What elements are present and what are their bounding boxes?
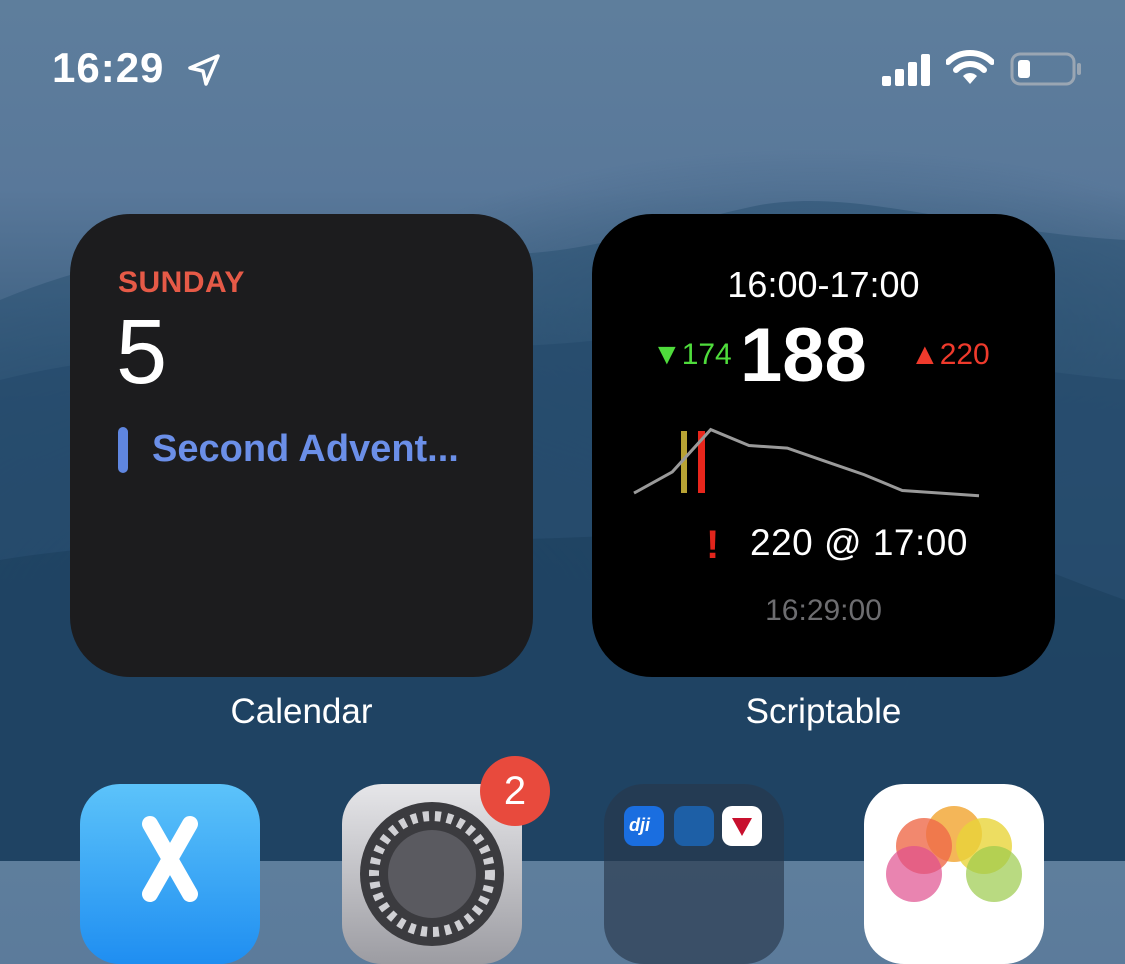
alert-exclamation-icon: ! — [706, 523, 720, 567]
status-time: 16:29 — [52, 44, 165, 91]
calendar-date: 5 — [116, 301, 168, 403]
photos-icon[interactable] — [864, 784, 1044, 964]
delta-icon — [722, 806, 762, 846]
dji-icon: dji — [624, 806, 664, 846]
trend-chart — [633, 427, 980, 498]
calendar-widget-label: Calendar — [230, 692, 373, 731]
status-bar: 16:29 — [0, 0, 1125, 140]
calendar-event-title: Second Advent... — [152, 428, 459, 470]
notification-badge: 2 — [480, 756, 550, 826]
updated-time: 16:29:00 — [765, 594, 882, 627]
time-range: 16:00-17:00 — [727, 264, 920, 305]
low-value: ▼174 — [652, 338, 732, 371]
current-value: 188 — [740, 313, 867, 398]
scriptable-widget-label: Scriptable — [745, 692, 902, 731]
location-arrow-icon — [188, 54, 220, 86]
high-value: ▲220 — [910, 338, 990, 371]
scriptable-widget[interactable]: 16:00-17:00 ▼174 188 ▲220 ! 220 @ 17:00 … — [592, 214, 1055, 677]
camera-app-icon — [674, 806, 714, 846]
event-color-bar — [118, 427, 128, 473]
wifi-icon — [946, 50, 994, 84]
battery-low-icon — [1010, 52, 1081, 86]
cellular-signal-icon — [882, 54, 930, 86]
alert-text: 220 @ 17:00 — [750, 522, 968, 563]
app-folder-icon[interactable]: dji — [604, 784, 784, 964]
calendar-day-label: SUNDAY — [118, 266, 245, 299]
dji-text: dji — [629, 815, 650, 835]
calendar-widget[interactable]: SUNDAY 5 Second Advent... — [70, 214, 533, 677]
app-store-icon[interactable] — [80, 784, 260, 964]
